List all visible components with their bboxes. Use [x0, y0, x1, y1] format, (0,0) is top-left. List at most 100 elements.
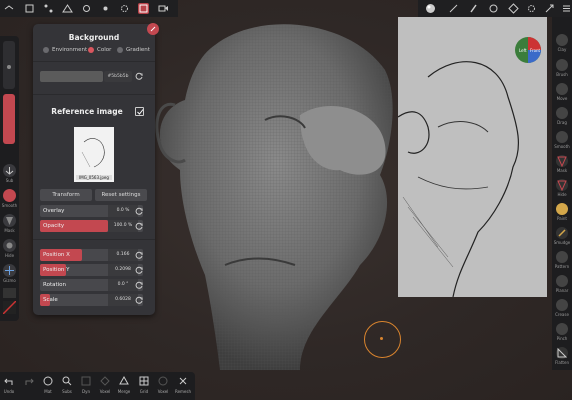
color-radio[interactable]: Color — [88, 47, 111, 53]
voxel-remesh-icon[interactable] — [158, 376, 168, 386]
mask-tool[interactable] — [556, 155, 568, 167]
alpha-icon[interactable] — [488, 3, 499, 14]
pattern-label: Pattern — [554, 264, 570, 269]
topology-icon[interactable] — [62, 3, 73, 14]
paint-tool[interactable] — [556, 203, 568, 215]
stroke-icon[interactable] — [448, 3, 459, 14]
symmetry-icon[interactable] — [526, 3, 537, 14]
environment-radio[interactable]: Environment — [43, 47, 87, 53]
voxel-remesh-label: Voxel — [157, 389, 169, 394]
hide-button[interactable] — [3, 239, 16, 252]
smooth-button[interactable] — [3, 189, 16, 202]
position-y-slider[interactable]: Position Y 0.2098 — [40, 264, 143, 276]
crease-tool[interactable] — [556, 299, 568, 311]
undo-icon[interactable] — [4, 376, 14, 386]
gizmo-left-label: Left — [519, 48, 527, 53]
radius-slider[interactable] — [3, 41, 15, 89]
reset-position-y-icon[interactable] — [135, 266, 143, 274]
pattern-tool[interactable] — [556, 251, 568, 263]
background-title: Background — [68, 33, 120, 42]
pinch-tool[interactable] — [556, 323, 568, 335]
tools-icon[interactable] — [508, 3, 519, 14]
menu-icon[interactable] — [4, 3, 15, 14]
color-swatch-bottom[interactable] — [3, 301, 16, 314]
grid-label: Grid — [139, 389, 149, 394]
drag-tool[interactable] — [556, 107, 568, 119]
smooth-tool[interactable] — [556, 131, 568, 143]
gizmo-button[interactable] — [3, 264, 16, 277]
smudge-label: Smudge — [553, 240, 571, 245]
options-icon[interactable] — [561, 3, 572, 14]
camera-icon[interactable] — [81, 3, 92, 14]
lighting-icon[interactable] — [100, 3, 111, 14]
reset-settings-button[interactable]: Reset settings — [95, 189, 147, 201]
dyn-icon[interactable] — [81, 376, 91, 386]
clay-tool[interactable] — [556, 34, 568, 46]
flatten-tool[interactable] — [556, 347, 568, 359]
sub-button[interactable] — [3, 164, 16, 177]
files-icon[interactable] — [24, 3, 35, 14]
opacity-label: Opacity — [43, 223, 65, 229]
subs-label: Subs — [62, 389, 72, 394]
background-panel: Background Environment Color Gradient #5… — [33, 23, 159, 315]
scale-slider[interactable]: Scale 0.6028 — [40, 294, 143, 306]
subs-icon[interactable] — [62, 376, 72, 386]
planar-tool[interactable] — [556, 275, 568, 287]
drag-label: Drag — [557, 120, 567, 125]
position-x-value: 0.166 — [108, 249, 138, 261]
reference-image-checkbox[interactable] — [135, 107, 144, 116]
top-toolbar — [0, 0, 178, 17]
material-icon-bottom[interactable] — [43, 376, 53, 386]
reset-color-icon[interactable] — [135, 72, 143, 80]
opacity-value: 100.0 % — [108, 220, 138, 232]
position-x-label: Position X — [43, 252, 70, 258]
dyn-label: Dyn — [82, 389, 90, 394]
mask-tool-label: Mask — [556, 168, 568, 173]
smudge-tool[interactable] — [556, 227, 568, 239]
gradient-radio[interactable]: Gradient — [117, 47, 150, 53]
transform-button[interactable]: Transform — [40, 189, 92, 201]
brush-label: Brush — [556, 72, 568, 77]
reference-thumbnail[interactable]: IMG_0563.jpeg — [74, 127, 114, 182]
settings-icon[interactable] — [119, 3, 130, 14]
orientation-gizmo[interactable]: Left Front — [514, 36, 542, 64]
reset-position-x-icon[interactable] — [135, 251, 143, 259]
scene-icon[interactable] — [43, 3, 54, 14]
mask-button[interactable] — [3, 214, 16, 227]
merge-icon[interactable] — [119, 376, 129, 386]
crease-label: Crease — [555, 312, 569, 317]
rotation-slider[interactable]: Rotation 0.0 ° — [40, 279, 143, 291]
color-swatch-top[interactable] — [3, 288, 16, 298]
video-icon[interactable] — [158, 3, 169, 14]
move-tool[interactable] — [556, 83, 568, 95]
hide-tool-label: Hide — [557, 192, 567, 197]
divider — [33, 239, 155, 240]
background-color-swatch[interactable] — [40, 71, 103, 82]
reset-opacity-icon[interactable] — [135, 222, 143, 230]
voxel-icon[interactable] — [100, 376, 110, 386]
gizmo-label: Gizmo — [3, 278, 16, 283]
intensity-slider[interactable] — [3, 94, 15, 144]
picker-icon[interactable] — [544, 3, 555, 14]
opacity-slider[interactable]: Opacity 100.0 % — [40, 220, 143, 232]
overlay-slider[interactable]: Overlay 0.0 % — [40, 205, 143, 217]
position-x-slider[interactable]: Position X 0.166 — [40, 249, 143, 261]
remesh-icon[interactable] — [178, 376, 188, 386]
brush-icon[interactable] — [468, 3, 479, 14]
bottom-toolbar: Undo Mat Subs Dyn Voxel Merge Grid Voxel… — [0, 372, 195, 400]
grid-icon[interactable] — [139, 376, 149, 386]
redo-icon[interactable] — [24, 376, 34, 386]
thumbnail-filename: IMG_0563.jpeg — [76, 175, 112, 180]
background-icon[interactable] — [138, 3, 149, 14]
reset-overlay-icon[interactable] — [135, 207, 143, 215]
mask-label: Mask — [4, 228, 15, 233]
reset-scale-icon[interactable] — [135, 296, 143, 304]
hide-tool[interactable] — [556, 179, 568, 191]
overlay-value: 0.0 % — [108, 205, 138, 217]
brush-tool[interactable] — [556, 59, 568, 71]
reset-rotation-icon[interactable] — [135, 281, 143, 289]
voxel-label: Voxel — [99, 389, 111, 394]
material-icon[interactable] — [425, 3, 436, 14]
color-hex-field[interactable]: #5b5b5b — [104, 71, 132, 82]
gradient-label: Gradient — [126, 47, 150, 53]
